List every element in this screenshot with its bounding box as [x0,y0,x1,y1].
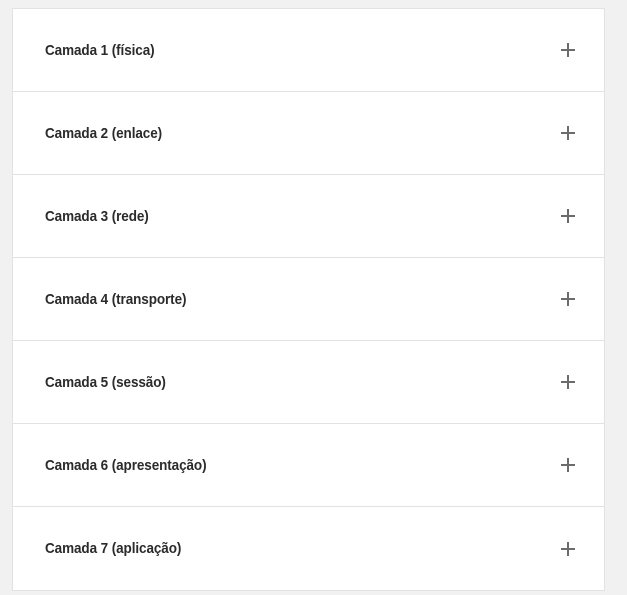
accordion-item-label: Camada 6 (apresentação) [45,456,207,474]
accordion-item-label: Camada 4 (transporte) [45,290,187,308]
accordion-item-camada-2[interactable]: Camada 2 (enlace) [13,92,604,175]
accordion-item-camada-4[interactable]: Camada 4 (transporte) [13,258,604,341]
accordion-item-camada-5[interactable]: Camada 5 (sessão) [13,341,604,424]
accordion-item-camada-7[interactable]: Camada 7 (aplicação) [13,507,604,591]
accordion: Camada 1 (física) Camada 2 (enlace) Cama… [12,8,605,591]
accordion-item-label: Camada 7 (aplicação) [45,540,182,557]
plus-icon[interactable] [561,209,575,223]
plus-icon[interactable] [561,292,575,306]
plus-icon[interactable] [561,375,575,389]
plus-icon[interactable] [561,43,575,57]
accordion-item-camada-1[interactable]: Camada 1 (física) [13,9,604,92]
accordion-item-label: Camada 2 (enlace) [45,124,163,142]
plus-icon[interactable] [561,541,575,556]
accordion-item-camada-3[interactable]: Camada 3 (rede) [13,175,604,258]
plus-icon[interactable] [561,126,575,140]
plus-icon[interactable] [561,458,575,472]
accordion-item-label: Camada 3 (rede) [45,207,149,225]
accordion-item-label: Camada 1 (física) [45,41,155,59]
accordion-item-label: Camada 5 (sessão) [45,373,166,391]
accordion-item-camada-6[interactable]: Camada 6 (apresentação) [13,424,604,507]
